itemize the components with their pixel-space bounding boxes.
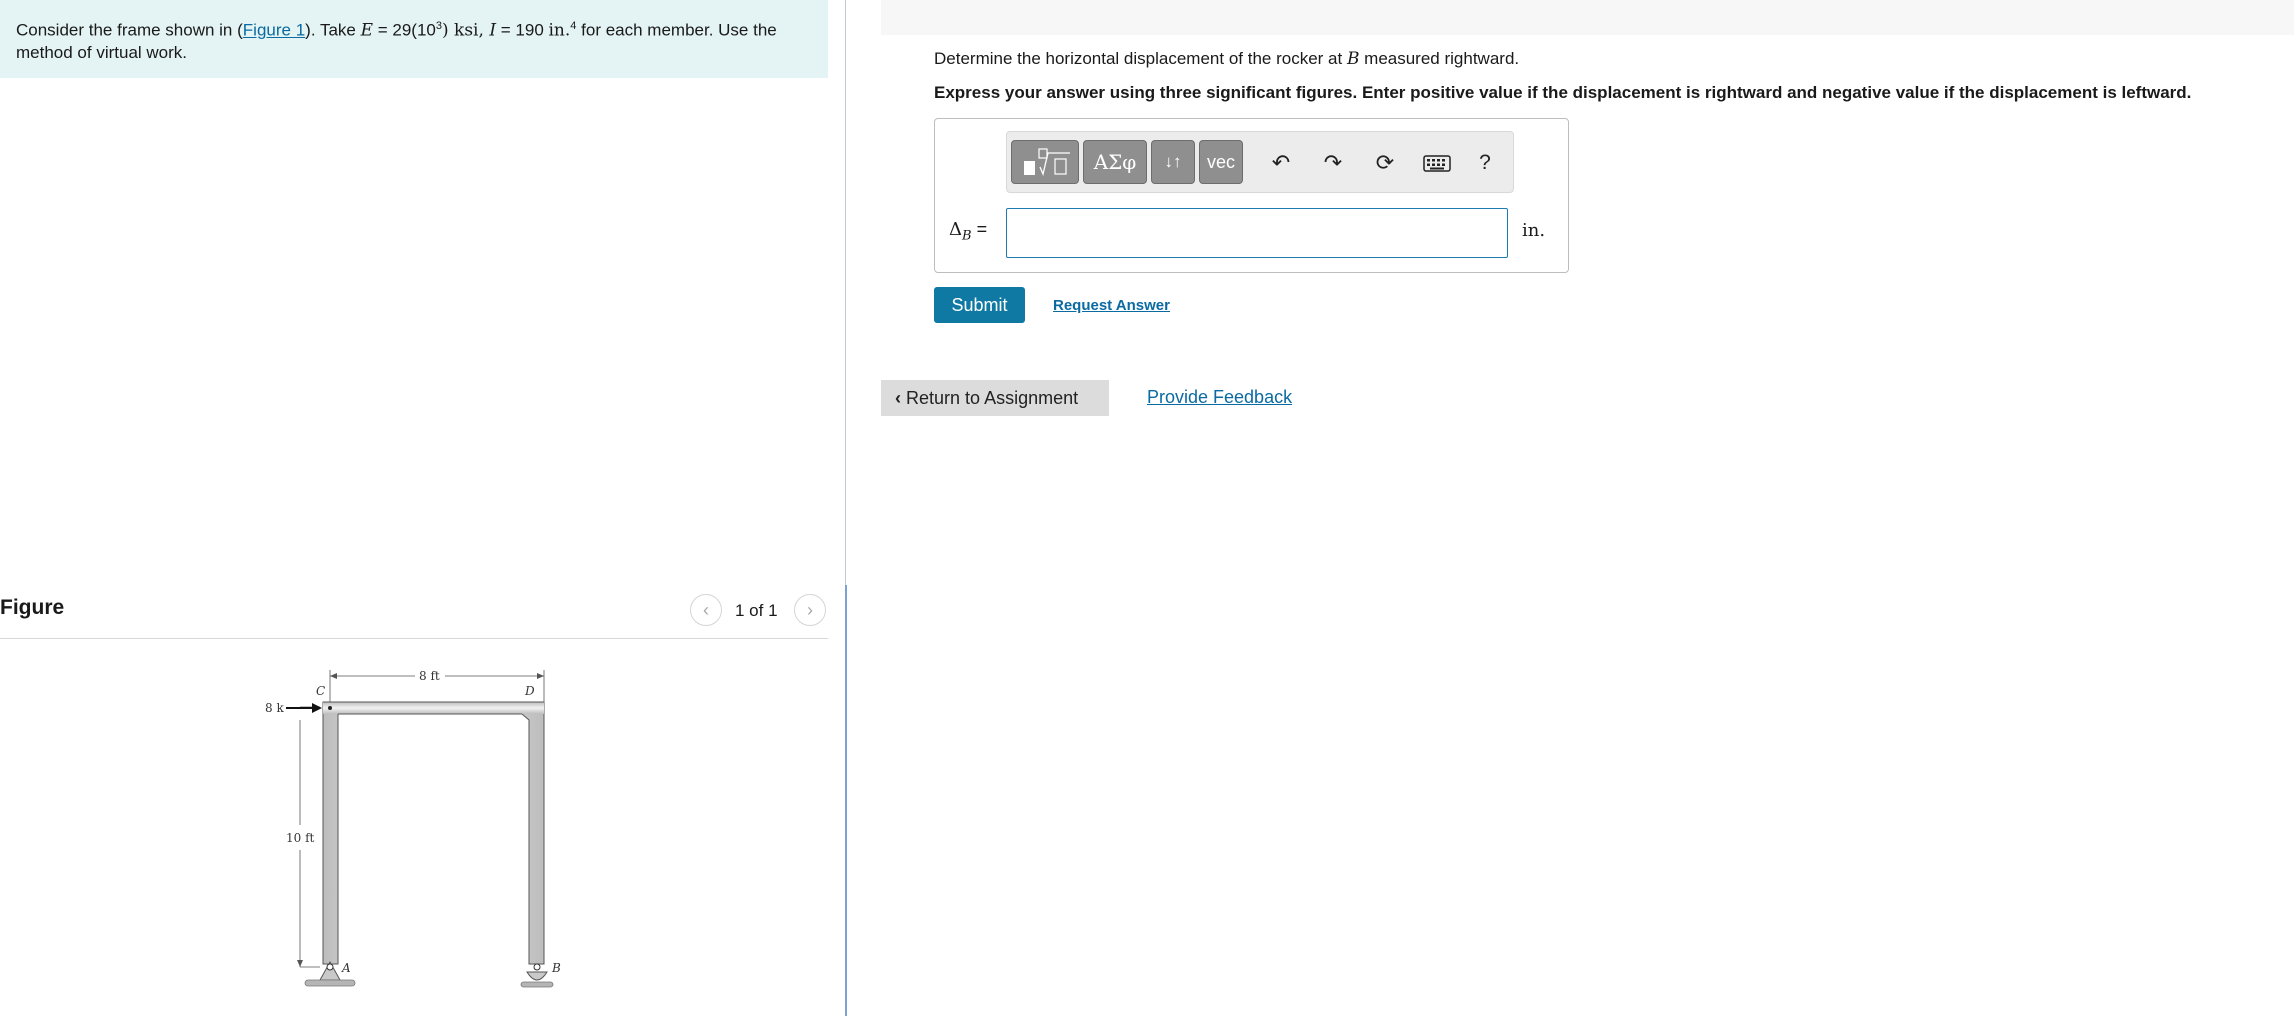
submit-button[interactable]: Submit xyxy=(934,287,1025,323)
reset-icon[interactable]: ⟳ xyxy=(1369,147,1401,179)
figure-pager-count: 1 of 1 xyxy=(735,601,778,620)
node-c-label: C xyxy=(316,684,325,698)
undo-icon[interactable]: ↶ xyxy=(1265,147,1297,179)
span-label: 8 ft xyxy=(419,669,440,683)
keyboard-icon[interactable] xyxy=(1421,147,1453,179)
node-a-label: A xyxy=(341,961,351,975)
redo-icon[interactable]: ↷ xyxy=(1317,147,1349,179)
request-answer-link[interactable]: Request Answer xyxy=(1053,297,1170,314)
problem-statement: Consider the frame shown in (Figure 1). … xyxy=(0,0,828,78)
delta-symbol: Δ xyxy=(949,219,962,240)
load-label: 8 k xyxy=(265,701,284,715)
chevron-left-icon: ‹ xyxy=(895,388,901,408)
node-d-label: D xyxy=(524,684,535,698)
return-to-assignment-button[interactable]: ‹ Return to Assignment xyxy=(881,380,1109,416)
provide-feedback-link[interactable]: Provide Feedback xyxy=(1147,387,1292,408)
load-arrow: 8 k xyxy=(265,701,322,715)
answer-instructions: Express your answer using three signific… xyxy=(934,83,2192,102)
problem-text-take: ). Take xyxy=(305,20,361,40)
height-dimension: 10 ft xyxy=(286,706,320,968)
delta-subscript: B xyxy=(962,228,972,244)
problem-text-before: Consider the frame shown in ( xyxy=(16,20,243,40)
answer-variable-label: ΔB = xyxy=(949,219,987,244)
e-unit: ) ksi, xyxy=(442,20,490,41)
vector-button[interactable]: vec xyxy=(1199,140,1243,184)
greek-symbols-button[interactable]: ΑΣφ xyxy=(1083,140,1147,184)
top-strip xyxy=(881,0,2294,35)
return-label: Return to Assignment xyxy=(906,388,1079,408)
node-b-label: B xyxy=(551,961,561,975)
arrows-button[interactable]: ↓↑ xyxy=(1151,140,1195,184)
rocker-support-b xyxy=(520,963,554,988)
e-symbol: E xyxy=(360,20,374,41)
chevron-left-icon[interactable]: ‹ xyxy=(690,594,722,626)
answer-box: ΑΣφ ↓↑ vec ↶ ↷ ⟳ ? ΔB = in. xyxy=(934,118,1569,273)
b-symbol: B xyxy=(1346,49,1360,69)
right-pane: Determine the horizontal displacement of… xyxy=(847,0,2294,1016)
height-label: 10 ft xyxy=(286,831,315,845)
figure-link[interactable]: Figure 1 xyxy=(243,21,305,40)
left-pane: Consider the frame shown in (Figure 1). … xyxy=(0,0,845,1016)
fraction-sqrt-icon[interactable] xyxy=(1011,140,1079,184)
math-toolbar: ΑΣφ ↓↑ vec ↶ ↷ ⟳ ? xyxy=(1006,131,1514,193)
chevron-right-icon[interactable]: › xyxy=(794,594,826,626)
i-unit: in. xyxy=(548,20,571,41)
question-text-after: measured rightward. xyxy=(1359,49,1520,68)
question-text: Determine the horizontal displacement of… xyxy=(934,49,1519,69)
i-value: = 190 xyxy=(496,20,549,40)
frame-diagram: 8 ft 10 ft 8 k C D A B xyxy=(265,669,561,988)
unit-label: in. xyxy=(1522,220,1546,241)
figure-title: Figure xyxy=(0,596,65,619)
answer-input[interactable] xyxy=(1006,208,1508,258)
frame-members xyxy=(322,701,545,965)
span-dimension: 8 ft xyxy=(329,669,545,702)
question-text-before: Determine the horizontal displacement of… xyxy=(934,49,1347,68)
equals-sign: = xyxy=(971,219,988,239)
figure-header: Figure ‹ 1 of 1 › xyxy=(0,590,828,639)
help-button[interactable]: ? xyxy=(1469,147,1501,179)
e-value: = 29(10 xyxy=(373,20,436,40)
